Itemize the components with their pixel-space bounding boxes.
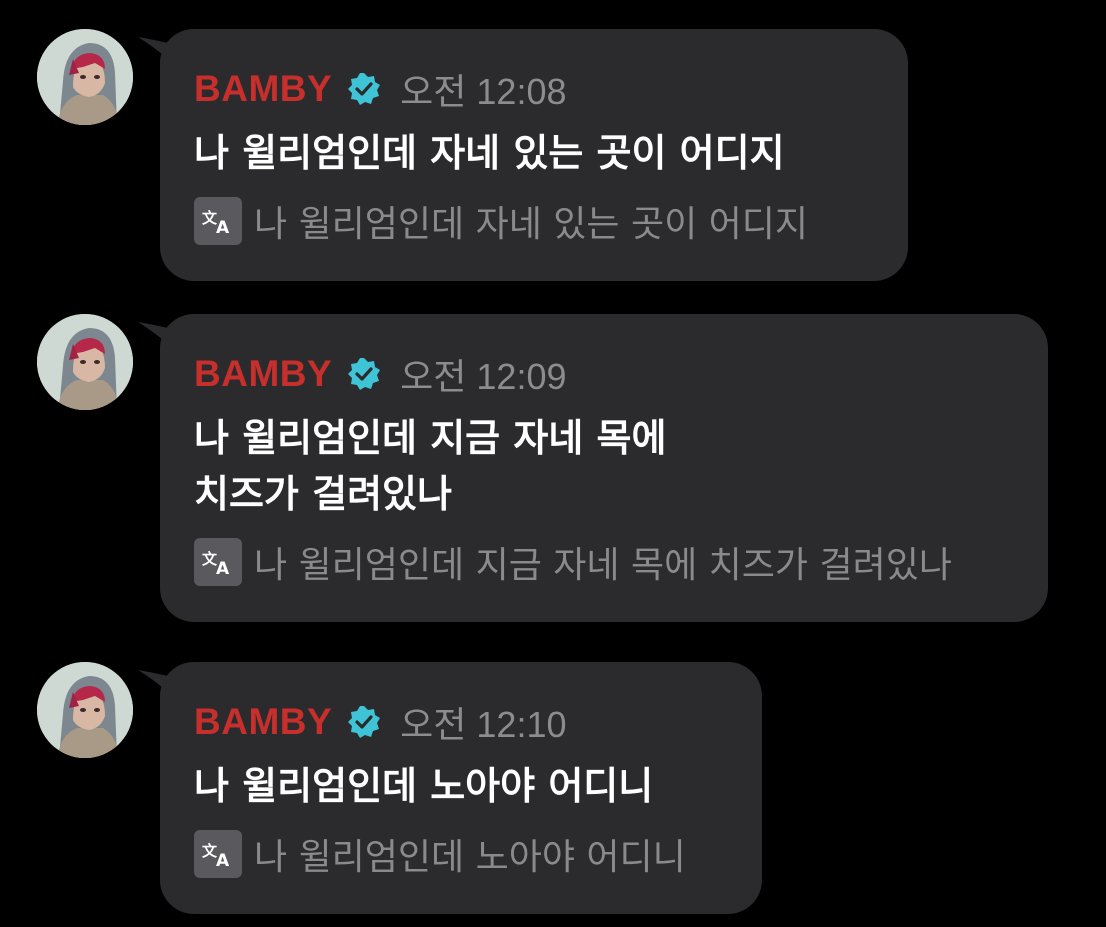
avatar-hooded-figure-icon	[37, 29, 133, 125]
translate-icon[interactable]: 文 A	[194, 830, 242, 878]
verified-badge-icon	[348, 358, 381, 390]
author-name[interactable]: BAMBY	[194, 68, 332, 110]
message-text: 나 윌리엄인데 지금 자네 목에 치즈가 걸려있나	[194, 416, 667, 516]
svg-text:A: A	[216, 851, 230, 869]
translation-row[interactable]: 文 A 나 윌리엄인데 지금 자네 목에 치즈가 걸려있나	[194, 536, 1014, 588]
translation-row[interactable]: 文 A 나 윌리엄인데 노아야 어디니	[194, 828, 728, 880]
avatar-hooded-figure-icon	[37, 314, 133, 410]
message-header: BAMBY 오전 12:10	[194, 700, 728, 745]
message-text: 나 윌리엄인데 노아야 어디니	[194, 764, 654, 808]
translation-text: 나 윌리엄인데 지금 자네 목에 치즈가 걸려있나	[254, 545, 952, 586]
translate-icon[interactable]: 文 A	[194, 538, 242, 586]
verified-badge-icon	[348, 706, 381, 738]
translation-row[interactable]: 文 A 나 윌리엄인데 자네 있는 곳이 어디지	[194, 195, 874, 247]
translation-text: 나 윌리엄인데 노아야 어디니	[254, 837, 686, 878]
timestamp: 오전 12:09	[400, 356, 567, 397]
message-bubble[interactable]: BAMBY 오전 12:10 나 윌리엄인데 노아야 어디니 文 A 나 윌리엄…	[160, 662, 762, 914]
message-text: 나 윌리엄인데 자네 있는 곳이 어디지	[194, 131, 785, 175]
message-1: BAMBY 오전 12:08 나 윌리엄인데 자네 있는 곳이 어디지 文 A …	[0, 0, 1106, 290]
verified-badge-icon	[348, 73, 381, 105]
translation-text: 나 윌리엄인데 자네 있는 곳이 어디지	[254, 204, 809, 245]
avatar[interactable]	[37, 29, 133, 125]
message-bubble[interactable]: BAMBY 오전 12:09 나 윌리엄인데 지금 자네 목에 치즈가 걸려있나…	[160, 314, 1048, 622]
author-name[interactable]: BAMBY	[194, 701, 332, 743]
svg-text:A: A	[216, 218, 230, 236]
avatar[interactable]	[37, 314, 133, 410]
translate-icon[interactable]: 文 A	[194, 197, 242, 245]
avatar-hooded-figure-icon	[37, 662, 133, 758]
timestamp: 오전 12:10	[400, 704, 567, 745]
author-name[interactable]: BAMBY	[194, 353, 332, 395]
message-bubble[interactable]: BAMBY 오전 12:08 나 윌리엄인데 자네 있는 곳이 어디지 文 A …	[160, 29, 908, 281]
svg-text:A: A	[216, 559, 230, 577]
message-2: BAMBY 오전 12:09 나 윌리엄인데 지금 자네 목에 치즈가 걸려있나…	[0, 285, 1106, 625]
avatar[interactable]	[37, 662, 133, 758]
message-3: BAMBY 오전 12:10 나 윌리엄인데 노아야 어디니 文 A 나 윌리엄…	[0, 633, 1106, 923]
timestamp: 오전 12:08	[400, 71, 567, 112]
message-header: BAMBY 오전 12:09	[194, 352, 1014, 397]
message-header: BAMBY 오전 12:08	[194, 67, 874, 112]
